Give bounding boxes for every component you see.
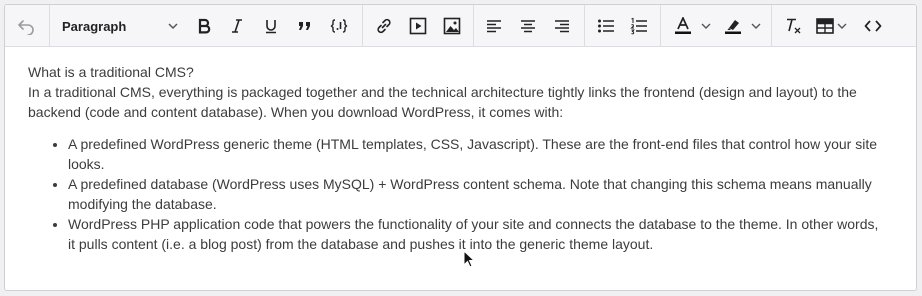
block-format-label: Paragraph <box>62 18 127 34</box>
numbered-list-icon <box>630 17 647 35</box>
editor-toolbar: Paragraph <box>5 5 916 47</box>
text-color-button[interactable] <box>669 5 717 47</box>
media-button[interactable] <box>404 5 432 47</box>
clear-formatting-button[interactable] <box>779 5 807 47</box>
underline-icon <box>266 20 276 34</box>
code-block-button[interactable] <box>325 5 353 47</box>
content-list: A predefined WordPress generic theme (HT… <box>28 134 886 254</box>
italic-icon <box>232 19 242 33</box>
rich-text-editor: Paragraph What is a traditional CMS? In … <box>4 4 917 291</box>
clear-formatting-icon <box>787 18 801 34</box>
table-icon <box>816 18 834 34</box>
numbered-list-button[interactable] <box>625 5 653 47</box>
align-right-button[interactable] <box>548 5 576 47</box>
highlight-color-button[interactable] <box>719 5 767 47</box>
highlight-color-swatch <box>725 31 741 34</box>
highlight-color-icon <box>725 20 741 34</box>
image-icon <box>443 17 461 35</box>
align-right-icon <box>555 20 569 33</box>
chevron-down-icon <box>837 23 847 29</box>
align-center-button[interactable] <box>514 5 542 47</box>
link-icon <box>377 18 391 34</box>
text-color-icon <box>675 17 691 34</box>
align-left-button[interactable] <box>480 5 508 47</box>
align-left-icon <box>487 20 501 33</box>
source-code-button[interactable] <box>859 5 887 47</box>
underline-button[interactable] <box>257 5 285 47</box>
block-format-select[interactable]: Paragraph <box>51 5 181 47</box>
link-button[interactable] <box>370 5 398 47</box>
blockquote-button[interactable] <box>291 5 319 47</box>
bullet-list-button[interactable] <box>592 5 620 47</box>
bold-icon <box>198 18 211 34</box>
chevron-down-icon <box>751 23 761 29</box>
list-item: A predefined database (WordPress uses My… <box>68 174 886 214</box>
image-button[interactable] <box>438 5 466 47</box>
code-block-icon <box>330 19 348 33</box>
blockquote-icon <box>299 22 310 30</box>
editor-content[interactable]: What is a traditional CMS? In a traditio… <box>28 62 886 254</box>
content-heading: What is a traditional CMS? <box>28 64 194 80</box>
text-color-swatch <box>675 31 691 34</box>
table-button[interactable] <box>811 5 853 47</box>
chevron-down-icon <box>701 23 711 29</box>
content-intro: In a traditional CMS, everything is pack… <box>28 84 857 120</box>
source-code-icon <box>864 20 882 32</box>
media-icon <box>409 17 427 35</box>
bold-button[interactable] <box>190 5 218 47</box>
bullet-list-icon <box>598 19 614 33</box>
mouse-cursor-icon <box>463 250 475 268</box>
chevron-down-icon <box>168 23 178 30</box>
list-item: A predefined WordPress generic theme (HT… <box>68 134 886 174</box>
italic-button[interactable] <box>223 5 251 47</box>
align-center-icon <box>521 20 535 33</box>
list-item: WordPress PHP application code that powe… <box>68 214 886 254</box>
undo-icon[interactable] <box>12 5 40 47</box>
